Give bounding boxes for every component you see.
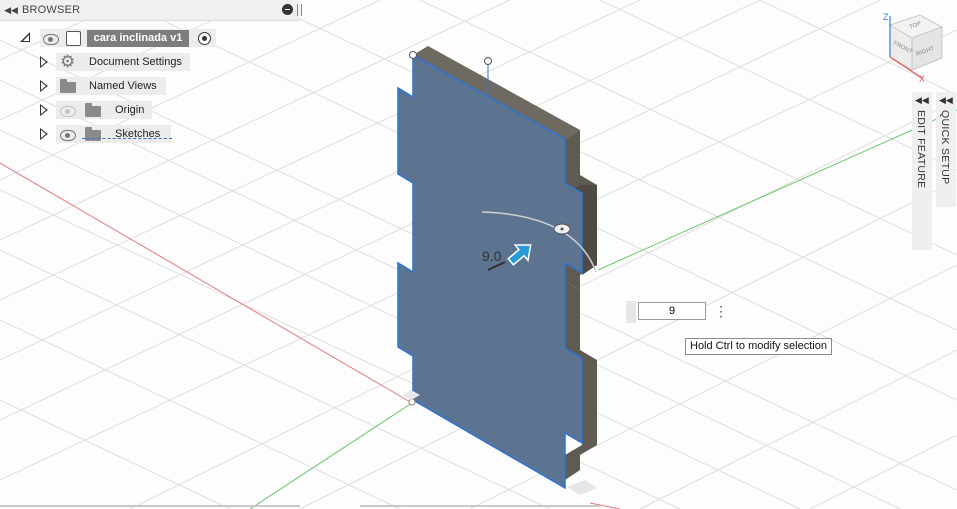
- expand-named-views-icon[interactable]: [40, 80, 48, 92]
- sketches-selection-underline: [82, 138, 172, 139]
- quick-setup-label: QUICK SETUP: [939, 110, 951, 185]
- folder-icon: [85, 127, 101, 141]
- browser-header: ◀◀ BROWSER: [0, 0, 302, 21]
- document-name[interactable]: cara inclinada v1: [87, 30, 189, 47]
- component-icon: [66, 31, 81, 46]
- bottom-scroll-track-right: [360, 505, 600, 507]
- extruded-body[interactable]: [397, 46, 597, 490]
- drag-grip-icon[interactable]: [626, 301, 636, 323]
- view-cube-x-label: X: [919, 74, 925, 84]
- folder-icon: [60, 79, 76, 93]
- edit-feature-panel[interactable]: ◀◀ EDIT FEATURE: [912, 92, 932, 250]
- minimize-browser-icon[interactable]: [282, 4, 293, 15]
- sidebar-item-label: Origin: [115, 104, 145, 116]
- gear-icon: ⚙: [60, 52, 76, 71]
- origin-point: [408, 398, 416, 406]
- collapse-quick-setup-icon[interactable]: ◀◀: [939, 95, 953, 106]
- edit-feature-label: EDIT FEATURE: [915, 110, 927, 189]
- sidebar-item-label: Document Settings: [89, 56, 182, 68]
- selection-tooltip: Hold Ctrl to modify selection: [685, 338, 832, 355]
- collapse-edit-feature-icon[interactable]: ◀◀: [915, 95, 929, 106]
- y-axis-line-far: [597, 109, 957, 271]
- browser-resize-grip-icon[interactable]: [297, 4, 302, 16]
- origin-handle[interactable]: [409, 51, 417, 59]
- corner-marker: [567, 480, 597, 495]
- activate-component-icon[interactable]: [198, 32, 211, 45]
- browser-title: BROWSER: [22, 4, 81, 16]
- dimension-input[interactable]: [638, 302, 706, 320]
- folder-icon: [85, 103, 101, 117]
- expand-sketches-icon[interactable]: [40, 128, 48, 140]
- quick-setup-panel[interactable]: ◀◀ QUICK SETUP: [936, 92, 956, 207]
- dimension-input-group: ⋮: [626, 301, 730, 323]
- root-collapse-icon[interactable]: [20, 32, 30, 42]
- sidebar-item-label: Named Views: [89, 80, 157, 92]
- document-visibility-eye-icon[interactable]: [43, 34, 59, 45]
- expand-origin-icon[interactable]: [40, 104, 48, 116]
- x-axis-line: [0, 162, 413, 404]
- angle-dimension-readout: 9.0: [482, 248, 502, 264]
- more-options-icon[interactable]: ⋮: [714, 304, 728, 320]
- collapse-browser-icon[interactable]: ◀◀: [0, 5, 22, 16]
- expand-document-settings-icon[interactable]: [40, 56, 48, 68]
- bottom-scroll-track: [0, 505, 300, 507]
- origin-visibility-eye-icon[interactable]: [60, 106, 76, 117]
- sketches-visibility-eye-icon[interactable]: [60, 130, 76, 141]
- height-handle[interactable]: [484, 57, 492, 65]
- view-cube-z-label: Z: [883, 12, 889, 22]
- angle-handle-center: [560, 227, 564, 231]
